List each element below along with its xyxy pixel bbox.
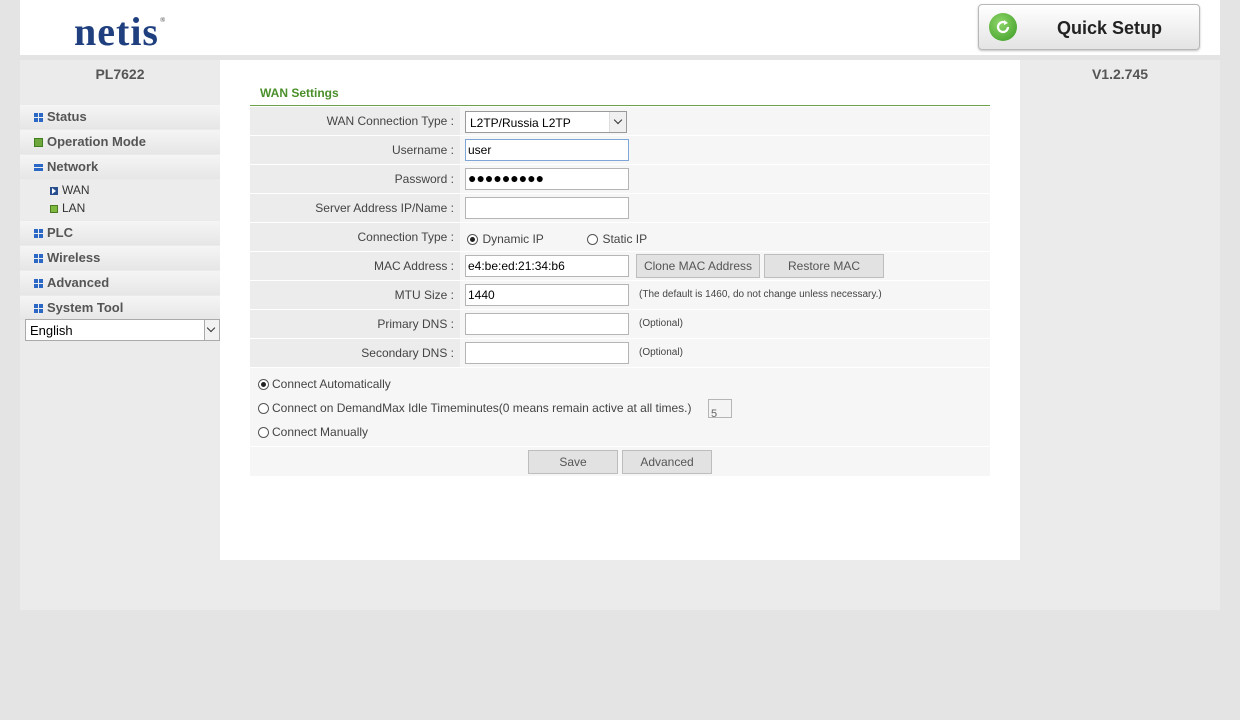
star-icon bbox=[50, 205, 58, 213]
server-address-label: Server Address IP/Name : bbox=[250, 194, 460, 222]
form-row: Secondary DNS : (Optional) bbox=[250, 339, 990, 367]
sidebar-item-wireless[interactable]: Wireless bbox=[20, 246, 220, 270]
clone-mac-button[interactable]: Clone MAC Address bbox=[636, 254, 760, 278]
sidebar-item-label: Network bbox=[47, 159, 99, 174]
sidebar-item-status[interactable]: Status bbox=[20, 105, 220, 129]
max-idle-time-input[interactable]: 5 bbox=[708, 399, 732, 420]
password-label: Password : bbox=[250, 165, 460, 193]
chevron-down-icon bbox=[204, 320, 219, 340]
sidebar-item-label: Wireless bbox=[47, 250, 101, 265]
sidebar-item-network[interactable]: Network bbox=[20, 155, 220, 179]
sidebar-item-label: System Tool bbox=[47, 300, 124, 315]
sidebar-item-advanced[interactable]: Advanced bbox=[20, 271, 220, 295]
form-row: Server Address IP/Name : bbox=[250, 194, 990, 222]
network-submenu: WAN LAN bbox=[20, 180, 220, 220]
sidebar-menu: Status Operation Mode Network WAN LAN PL… bbox=[20, 105, 220, 321]
server-address-input[interactable] bbox=[465, 197, 629, 219]
grid-icon bbox=[34, 279, 43, 288]
collapse-icon bbox=[34, 163, 43, 172]
restore-mac-button[interactable]: Restore MAC bbox=[764, 254, 884, 278]
radio-selected-icon bbox=[467, 234, 478, 245]
grid-icon bbox=[34, 113, 43, 122]
sidebar-item-label: Advanced bbox=[47, 275, 110, 290]
connect-on-demand-radio[interactable]: Connect on DemandMax Idle Timeminutes(0 … bbox=[250, 396, 990, 420]
mtu-hint: (The default is 1460, do not change unle… bbox=[639, 289, 882, 300]
mac-address-label: MAC Address : bbox=[250, 252, 460, 280]
radio-selected-icon bbox=[258, 379, 269, 390]
sidebar-item-label: Status bbox=[47, 109, 87, 124]
advanced-button[interactable]: Advanced bbox=[622, 450, 712, 474]
firmware-version: V1.2.745 bbox=[1091, 66, 1149, 82]
form-row: MAC Address : e4:be:ed:21:34:b6 Clone MA… bbox=[250, 252, 990, 280]
chevron-down-icon bbox=[609, 112, 626, 132]
content-panel: WAN Settings WAN Connection Type : L2TP/… bbox=[220, 60, 1020, 560]
language-select[interactable]: English bbox=[25, 319, 220, 341]
optional-hint: (Optional) bbox=[639, 318, 683, 329]
sidebar-subitem-lan[interactable]: LAN bbox=[20, 199, 220, 217]
username-input[interactable]: user bbox=[465, 139, 629, 161]
sidebar-item-label: Operation Mode bbox=[47, 134, 146, 149]
device-model: PL7622 bbox=[95, 66, 145, 82]
wan-settings-form: WAN Connection Type : L2TP/Russia L2TP U… bbox=[250, 107, 990, 476]
radio-icon bbox=[258, 403, 269, 414]
form-row: Username : user bbox=[250, 136, 990, 164]
sidebar-item-plc[interactable]: PLC bbox=[20, 221, 220, 245]
sidebar-item-system-tool[interactable]: System Tool bbox=[20, 296, 220, 320]
star-icon bbox=[34, 138, 43, 147]
secondary-dns-input[interactable] bbox=[465, 342, 629, 364]
connect-mode-options: Connect Automatically Connect on DemandM… bbox=[250, 368, 990, 446]
wan-connection-type-select[interactable]: L2TP/Russia L2TP bbox=[465, 111, 627, 133]
quick-setup-label: Quick Setup bbox=[1057, 18, 1163, 38]
connect-manually-radio[interactable]: Connect Manually bbox=[250, 420, 990, 444]
form-row: MTU Size : 1440 (The default is 1460, do… bbox=[250, 281, 990, 309]
form-row: WAN Connection Type : L2TP/Russia L2TP bbox=[250, 107, 990, 135]
radio-icon bbox=[258, 427, 269, 438]
refresh-icon bbox=[989, 13, 1017, 41]
form-row: Primary DNS : (Optional) bbox=[250, 310, 990, 338]
page-title: WAN Settings bbox=[260, 86, 339, 100]
form-row: Connection Type : Dynamic IP Static IP bbox=[250, 223, 990, 251]
arrow-right-icon bbox=[50, 187, 58, 195]
dynamic-ip-radio[interactable]: Dynamic IP bbox=[467, 230, 544, 247]
save-button[interactable]: Save bbox=[528, 450, 618, 474]
header: netis® Quick Setup bbox=[20, 0, 1220, 55]
connection-type-label: Connection Type : bbox=[250, 223, 460, 251]
main-frame: PL7622 V1.2.745 Status Operation Mode Ne… bbox=[20, 60, 1220, 610]
connect-automatically-radio[interactable]: Connect Automatically bbox=[250, 372, 990, 396]
radio-icon bbox=[587, 234, 598, 245]
form-row: Password : ●●●●●●●●● bbox=[250, 165, 990, 193]
netis-logo[interactable]: netis® bbox=[74, 8, 165, 55]
quick-setup-button[interactable]: Quick Setup bbox=[978, 4, 1200, 50]
password-input[interactable]: ●●●●●●●●● bbox=[465, 168, 629, 190]
optional-hint: (Optional) bbox=[639, 347, 683, 358]
language-value: English bbox=[30, 323, 73, 338]
username-label: Username : bbox=[250, 136, 460, 164]
mtu-size-label: MTU Size : bbox=[250, 281, 460, 309]
sidebar-item-label: PLC bbox=[47, 225, 73, 240]
static-ip-radio[interactable]: Static IP bbox=[587, 230, 647, 247]
mtu-size-input[interactable]: 1440 bbox=[465, 284, 629, 306]
primary-dns-label: Primary DNS : bbox=[250, 310, 460, 338]
secondary-dns-label: Secondary DNS : bbox=[250, 339, 460, 367]
primary-dns-input[interactable] bbox=[465, 313, 629, 335]
mac-address-input[interactable]: e4:be:ed:21:34:b6 bbox=[465, 255, 629, 277]
title-divider bbox=[250, 105, 990, 106]
sidebar-subitem-wan[interactable]: WAN bbox=[20, 181, 220, 199]
grid-icon bbox=[34, 229, 43, 238]
wan-connection-type-label: WAN Connection Type : bbox=[250, 107, 460, 135]
form-actions: Save Advanced bbox=[250, 447, 990, 476]
grid-icon bbox=[34, 304, 43, 313]
sidebar-item-operation-mode[interactable]: Operation Mode bbox=[20, 130, 220, 154]
grid-icon bbox=[34, 254, 43, 263]
